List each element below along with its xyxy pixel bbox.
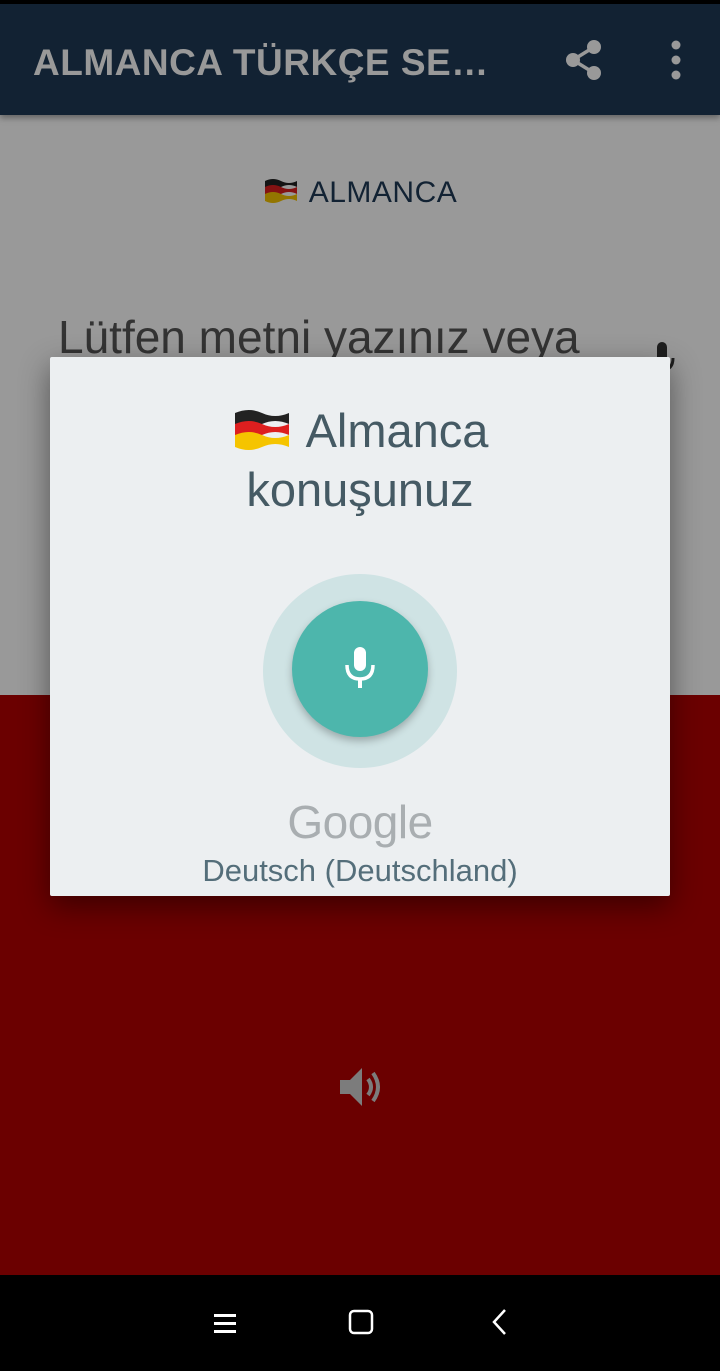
dialog-title: Almanca konuşunuz bbox=[50, 401, 670, 519]
microphone-icon bbox=[345, 647, 375, 688]
mic-button[interactable] bbox=[292, 601, 428, 737]
system-navigation-bar bbox=[0, 1275, 720, 1371]
locale-label[interactable]: Deutsch (Deutschland) bbox=[50, 853, 670, 889]
home-icon[interactable] bbox=[346, 1307, 376, 1337]
dialog-title-line2: konuşunuz bbox=[246, 463, 474, 516]
recents-icon[interactable] bbox=[210, 1309, 240, 1339]
google-logo: Google bbox=[287, 796, 433, 848]
voice-input-dialog: Almanca konuşunuz Google Deutsch (Deutsc… bbox=[50, 357, 670, 896]
germany-flag-icon bbox=[232, 407, 292, 453]
dialog-title-line1: Almanca bbox=[305, 404, 489, 457]
back-icon[interactable] bbox=[488, 1307, 512, 1337]
